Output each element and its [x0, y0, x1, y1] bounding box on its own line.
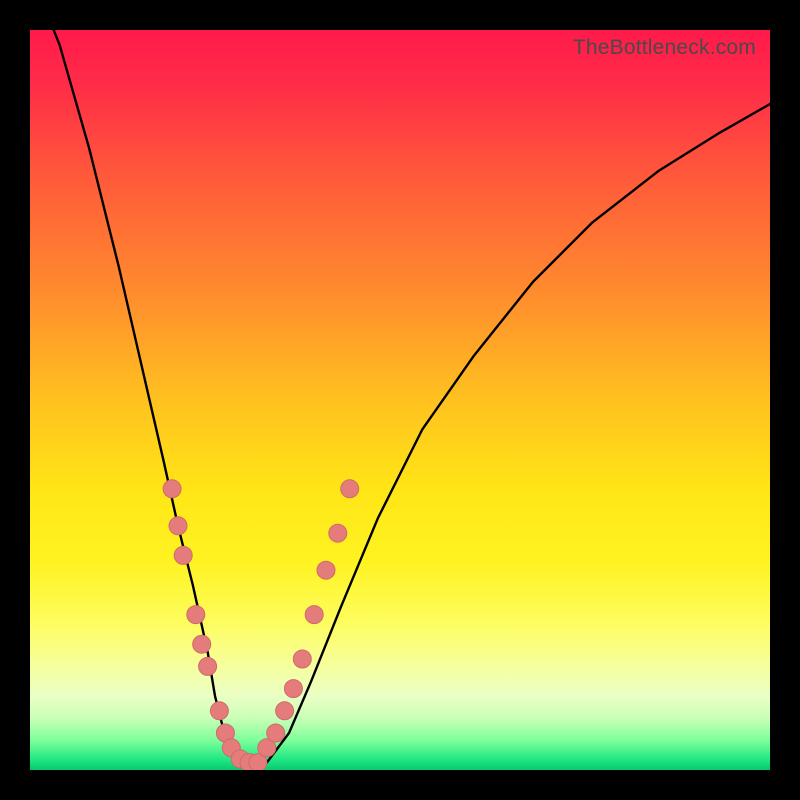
data-point	[193, 635, 211, 653]
data-point	[329, 524, 347, 542]
data-point	[163, 480, 181, 498]
bottleneck-curve	[30, 30, 770, 766]
data-point	[341, 480, 359, 498]
data-point	[187, 606, 205, 624]
data-point	[174, 546, 192, 564]
data-point	[305, 606, 323, 624]
chart-frame: TheBottleneck.com	[0, 0, 800, 800]
data-point	[284, 680, 302, 698]
data-point	[267, 724, 285, 742]
data-point	[199, 657, 217, 675]
curve-layer	[30, 30, 770, 770]
data-point	[317, 561, 335, 579]
data-points	[163, 480, 359, 770]
watermark-text: TheBottleneck.com	[573, 36, 756, 60]
data-point	[210, 702, 228, 720]
data-point	[293, 650, 311, 668]
data-point	[276, 702, 294, 720]
data-point	[169, 517, 187, 535]
plot-area: TheBottleneck.com	[30, 30, 770, 770]
